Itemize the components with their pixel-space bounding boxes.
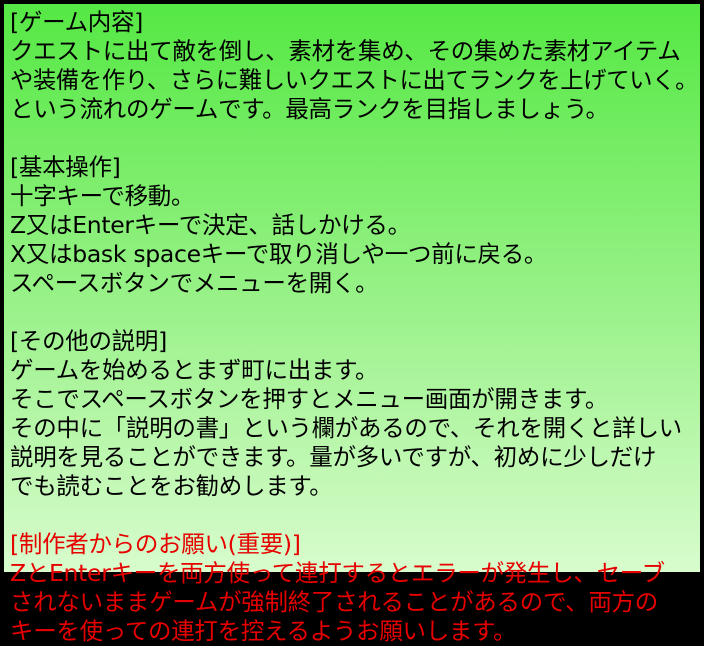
other-line: 説明を見ることができます。量が多いですが、初めに少しだけ — [10, 443, 657, 471]
other-line: でも読むことをお勧めします。 — [10, 472, 333, 500]
controls-line: X又はbask spaceキーで取り消しや一つ前に戻る。 — [10, 240, 548, 268]
other-line: そこでスペースボタンを押すとメニュー画面が開きます。 — [10, 385, 609, 413]
controls-line: Z又はEnterキーで決定、話しかける。 — [10, 211, 411, 239]
section-heading-basic-controls: [基本操作] — [10, 153, 121, 181]
section-heading-other-notes: [その他の説明] — [10, 327, 167, 355]
request-line: キーを使っての連打を控えるようお願いします。 — [10, 617, 517, 645]
controls-line: スペースボタンでメニューを開く。 — [10, 269, 379, 297]
other-line: ゲームを始めるとまず町に出ます。 — [10, 356, 379, 384]
request-line: されないままゲームが強制終了されることがあるので、両方の — [10, 588, 658, 616]
content-line: という流れのゲームです。最高ランクを目指しましょう。 — [10, 95, 609, 123]
section-heading-developer-request: [制作者からのお願い(重要)] — [10, 530, 301, 558]
content-line: クエストに出て敵を倒し、素材を集め、その集めた素材アイテム — [10, 37, 681, 65]
other-line: その中に「説明の書」という欄があるので、それを開くと詳しい — [10, 414, 682, 442]
section-heading-game-content: [ゲーム内容] — [10, 8, 144, 36]
instructions-panel: [ゲーム内容] クエストに出て敵を倒し、素材を集め、その集めた素材アイテム や装… — [0, 0, 704, 645]
controls-line: 十字キーで移動。 — [10, 182, 195, 210]
content-line: や装備を作り、さらに難しいクエストに出てランクを上げていく。 — [10, 66, 699, 94]
request-line: ZとEnterキーを両方使って連打するとエラーが発生し、セーブ — [10, 559, 665, 587]
